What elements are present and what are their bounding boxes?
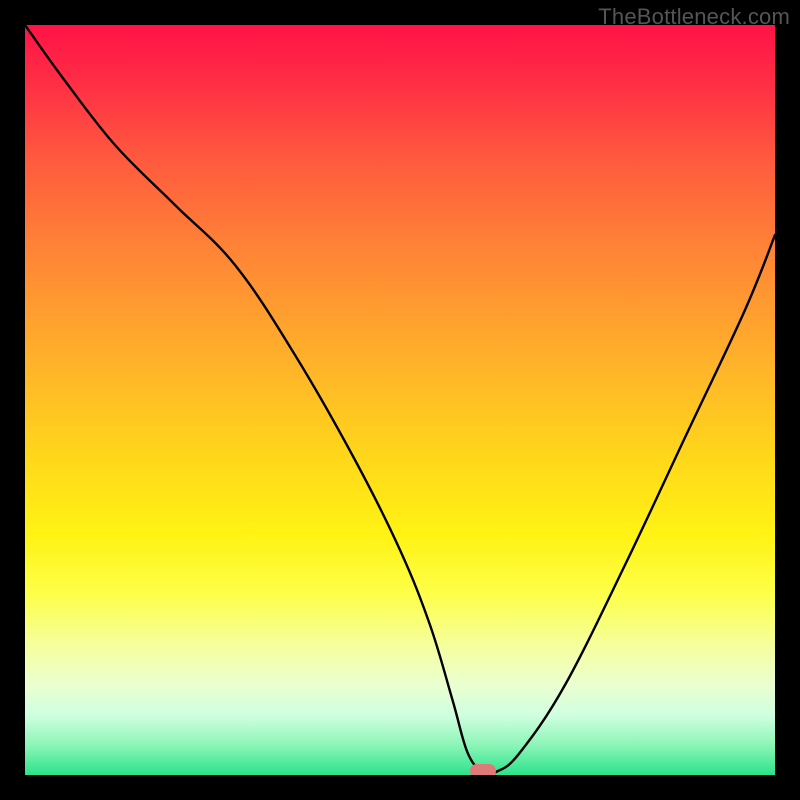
plot-area — [25, 25, 775, 775]
bottleneck-curve — [25, 25, 775, 775]
optimal-marker — [470, 764, 496, 775]
chart-frame: TheBottleneck.com — [0, 0, 800, 800]
watermark-text: TheBottleneck.com — [598, 4, 790, 30]
